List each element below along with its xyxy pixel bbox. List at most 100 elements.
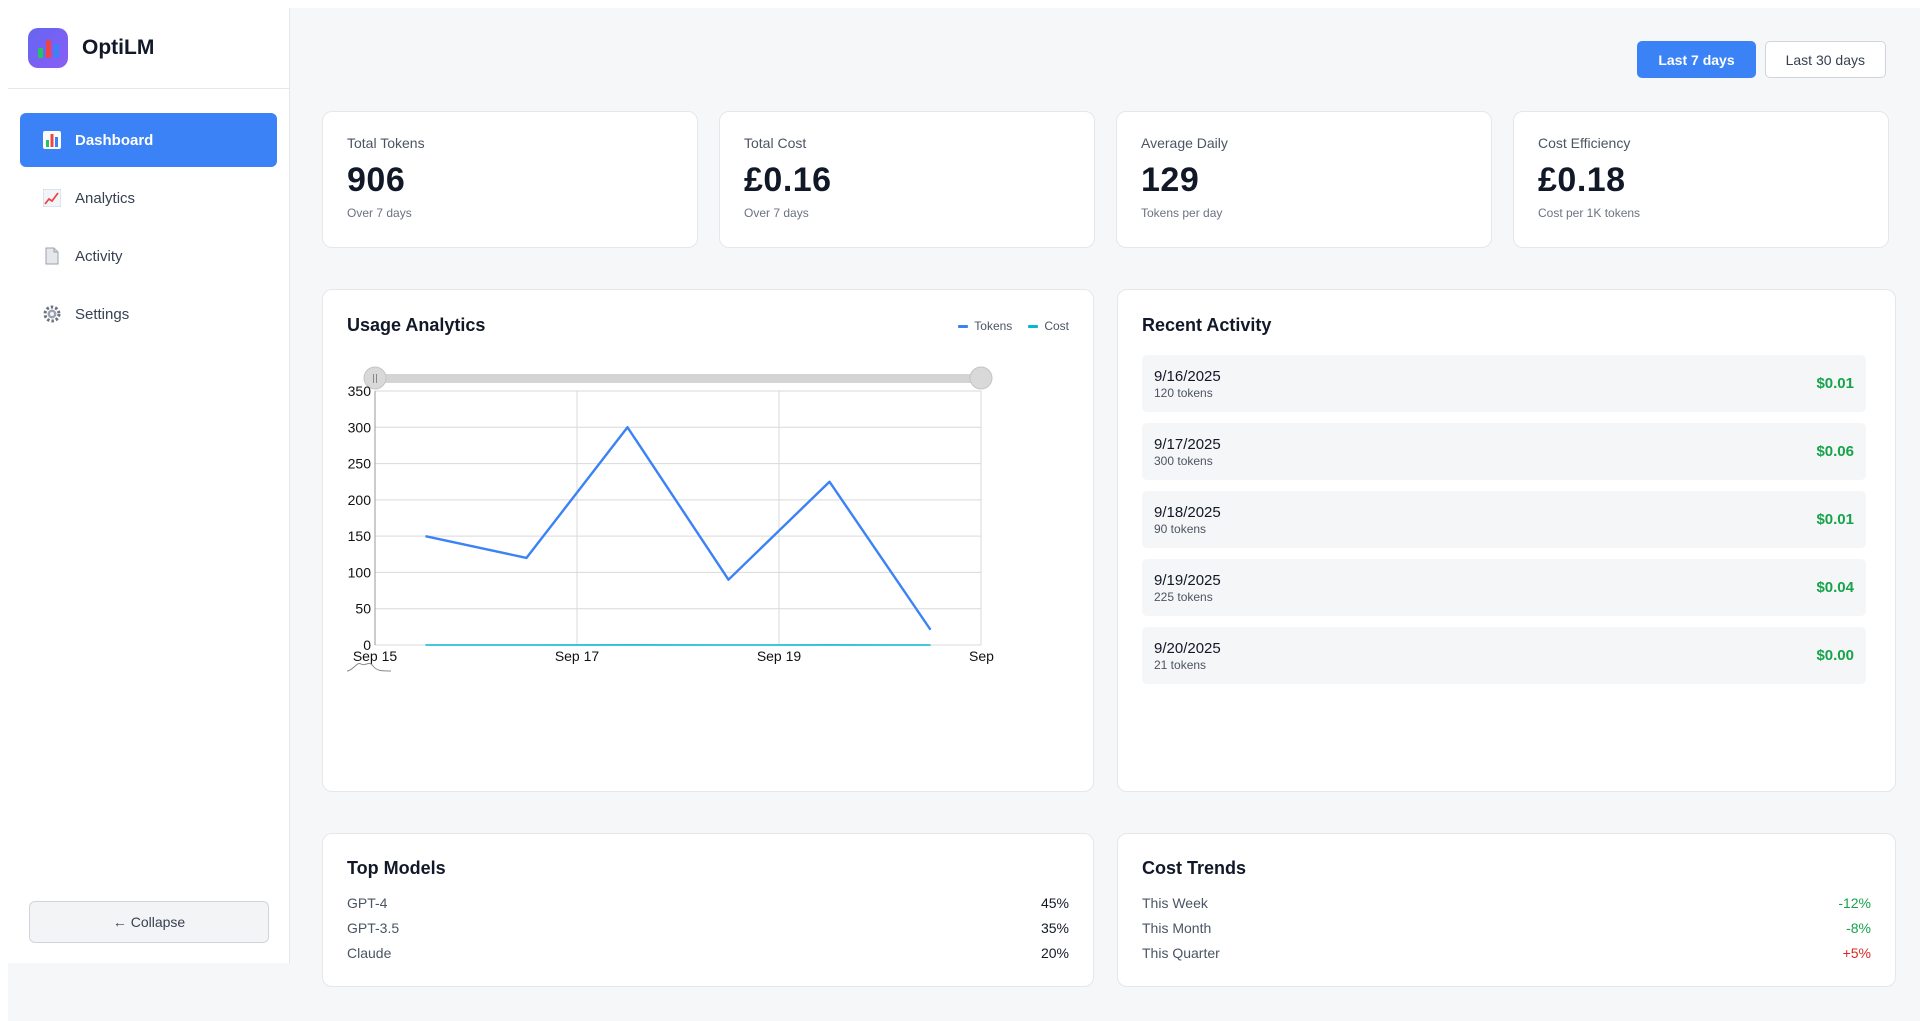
activity-list: 9/16/2025 120 tokens $0.01 9/17/2025 300 t… — [1142, 355, 1866, 695]
cost-trends-card: Cost Trends This Week -12% This Month -8% … — [1117, 833, 1896, 987]
sidebar-item-label: Analytics — [75, 189, 136, 207]
y-tick-label: 200 — [348, 492, 372, 508]
trend-row: This Week -12% — [1142, 890, 1871, 915]
x-tick-label: Sep 15 — [353, 648, 398, 664]
stat-card-total-tokens: Total Tokens 906 Over 7 days — [322, 111, 698, 248]
activity-date: 9/18/2025 — [1154, 503, 1221, 521]
stat-subtext: Tokens per day — [1141, 206, 1223, 220]
collapse-label: ← Collapse — [112, 914, 186, 930]
stat-value: 906 — [347, 161, 406, 199]
brand: OptiLM — [8, 8, 289, 89]
activity-item[interactable]: 9/16/2025 120 tokens $0.01 — [1142, 355, 1866, 412]
model-name: GPT-3.5 — [347, 919, 400, 936]
sidebar-item-label: Dashboard — [75, 131, 154, 149]
model-row: Claude 20% — [347, 940, 1069, 965]
activity-tokens: 300 tokens — [1154, 453, 1213, 468]
trend-change: -12% — [1838, 894, 1871, 911]
y-tick-label: 350 — [348, 383, 372, 399]
sidebar: OptiLM Dashboard Analytics Activity Sett… — [8, 8, 290, 963]
stat-label: Total Tokens — [347, 135, 425, 151]
brand-name: OptiLM — [82, 36, 155, 59]
trend-period: This Week — [1142, 894, 1208, 911]
activity-tokens: 90 tokens — [1154, 521, 1207, 536]
model-name: GPT-4 — [347, 894, 388, 911]
top-models-card: Top Models GPT-4 45% GPT-3.5 35% Claude 20% — [322, 833, 1094, 987]
activity-date: 9/17/2025 — [1154, 435, 1221, 453]
activity-date: 9/16/2025 — [1154, 367, 1221, 385]
activity-item[interactable]: 9/19/2025 225 tokens $0.04 — [1142, 559, 1866, 616]
cost-trends-list: This Week -12% This Month -8% This Quarter… — [1142, 890, 1871, 965]
trend-row: This Quarter +5% — [1142, 940, 1871, 965]
activity-tokens: 21 tokens — [1154, 657, 1207, 672]
model-row: GPT-4 45% — [347, 890, 1069, 915]
usage-analytics-card: Usage Analytics Tokens Cost 0 50 100 150 200… — [322, 289, 1094, 792]
sidebar-item-analytics[interactable]: Analytics — [20, 171, 277, 225]
activity-cost: $0.00 — [1816, 647, 1854, 664]
y-tick-label: 300 — [348, 419, 372, 435]
recent-activity-card: Recent Activity 9/16/2025 120 tokens $0.0… — [1117, 289, 1896, 792]
trend-change: -8% — [1846, 919, 1871, 936]
x-tick-label: Sep — [969, 648, 994, 664]
collapse-button[interactable]: ← Collapse — [29, 901, 269, 943]
sidebar-nav: Dashboard Analytics Activity Settings — [8, 89, 289, 369]
trend-change: +5% — [1842, 944, 1871, 961]
sidebar-item-activity[interactable]: Activity — [20, 229, 277, 283]
stat-subtext: Cost per 1K tokens — [1538, 206, 1641, 220]
y-tick-label: 150 — [348, 528, 372, 544]
y-tick-label: 250 — [348, 456, 372, 472]
stat-card-cost-efficiency: Cost Efficiency £0.18 Cost per 1K tokens — [1513, 111, 1889, 248]
usage-line-chart: 050100150200250300350Sep 15 Sep 17 Sep 19 S… — [346, 366, 994, 672]
model-share: 20% — [1040, 944, 1069, 961]
model-name: Claude — [347, 944, 392, 961]
activity-item[interactable]: 9/18/2025 90 tokens $0.01 — [1142, 491, 1866, 548]
activity-cost: $0.06 — [1816, 443, 1854, 460]
activity-item[interactable]: 9/20/2025 21 tokens $0.00 — [1142, 627, 1866, 684]
gear-icon — [41, 303, 63, 325]
logo-icon — [28, 28, 68, 68]
model-share: 35% — [1040, 919, 1069, 936]
sidebar-item-dashboard[interactable]: Dashboard — [20, 113, 277, 167]
stat-subtext: Over 7 days — [744, 206, 809, 220]
top-models-title: Top Models — [347, 858, 446, 878]
app-root: OptiLM Dashboard Analytics Activity Sett… — [8, 8, 1920, 1021]
range-last-7-days-button[interactable]: Last 7 days — [1637, 41, 1756, 78]
stat-label: Average Daily — [1141, 135, 1228, 151]
stat-label: Total Cost — [744, 135, 807, 151]
range-slider-handle-end[interactable] — [969, 366, 993, 390]
cost-trends-title: Cost Trends — [1142, 858, 1247, 878]
activity-date: 9/19/2025 — [1154, 571, 1221, 589]
activity-tokens: 120 tokens — [1154, 385, 1213, 400]
activity-tokens: 225 tokens — [1154, 589, 1213, 604]
y-tick-label: 100 — [348, 564, 372, 580]
stat-subtext: Over 7 days — [347, 206, 412, 220]
range-slider-track — [375, 374, 981, 383]
brush-preview — [346, 662, 392, 672]
series-line-tokens — [425, 426, 932, 631]
activity-cost: $0.01 — [1816, 511, 1854, 528]
stat-card-average-daily: Average Daily 129 Tokens per day — [1116, 111, 1492, 248]
stat-value: 129 — [1141, 161, 1200, 199]
model-row: GPT-3.5 35% — [347, 915, 1069, 940]
y-tick-label: 50 — [355, 601, 371, 617]
bar-chart-icon — [41, 129, 63, 151]
activity-date: 9/20/2025 — [1154, 639, 1221, 657]
date-range-toggle: Last 7 days Last 30 days — [1637, 41, 1886, 78]
trend-period: This Quarter — [1142, 944, 1220, 961]
range-last-30-days-button[interactable]: Last 30 days — [1764, 41, 1886, 78]
model-share: 45% — [1040, 894, 1069, 911]
stat-value: £0.16 — [744, 161, 832, 199]
trend-chart-icon — [41, 187, 63, 209]
activity-cost: $0.01 — [1816, 375, 1854, 392]
stat-value: £0.18 — [1538, 161, 1626, 199]
trend-row: This Month -8% — [1142, 915, 1871, 940]
sidebar-item-settings[interactable]: Settings — [20, 287, 277, 341]
sidebar-item-label: Settings — [75, 305, 130, 323]
stat-card-total-cost: Total Cost £0.16 Over 7 days — [719, 111, 1095, 248]
activity-cost: $0.04 — [1816, 579, 1854, 596]
x-tick-label: Sep 17 — [555, 648, 600, 664]
stat-label: Cost Efficiency — [1538, 135, 1631, 151]
document-icon — [41, 245, 63, 267]
activity-item[interactable]: 9/17/2025 300 tokens $0.06 — [1142, 423, 1866, 480]
top-models-list: GPT-4 45% GPT-3.5 35% Claude 20% — [347, 890, 1069, 965]
recent-activity-title: Recent Activity — [1142, 315, 1272, 335]
